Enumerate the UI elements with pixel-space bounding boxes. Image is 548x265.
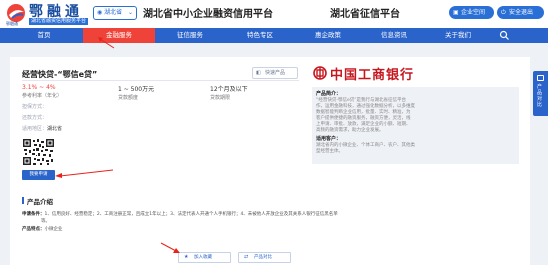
conditions-continuation: 等。	[41, 219, 50, 224]
chevron-down-icon: ⌄	[127, 9, 133, 16]
nav-item-home[interactable]: 首页	[5, 28, 83, 43]
briefcase-icon: ▣	[453, 9, 459, 16]
add-favorite-label: 加入收藏	[194, 255, 212, 260]
term-value: 12个月及以下	[210, 86, 248, 93]
nav-item-about[interactable]: 关于我们	[427, 28, 489, 43]
product-tag-label: 快速产品	[265, 70, 286, 76]
power-icon: ⏻	[501, 9, 506, 16]
guarantee-label: 担保方式：	[22, 104, 48, 110]
repayment-label: 还款方式：	[22, 115, 48, 121]
logo-small-text: 鄂融通	[6, 21, 18, 26]
section-title: 产品介绍	[27, 198, 53, 206]
term-stat: 12个月及以下 贷款期限	[210, 84, 248, 101]
compare-icon: ⇄	[244, 254, 249, 260]
intro-heading: 产品简介：	[316, 91, 342, 97]
main-nav: 首页 金融服务 征信服务 特色专区 惠企政策 信息资讯 关于我们	[0, 28, 548, 43]
tag-icon: ◧	[256, 70, 261, 76]
enterprise-space-label: 企业空间	[461, 9, 486, 16]
region-label: 湖北省	[104, 9, 123, 16]
apply-button[interactable]: 我要申请	[22, 170, 55, 180]
nav-item-policy[interactable]: 惠企政策	[295, 28, 361, 43]
nav-item-news[interactable]: 信息资讯	[361, 28, 427, 43]
conditions-text: 1、信用良好、经营稳定；2、工商注册正常，且成立1年以上；3、法定代表人开通个人…	[44, 212, 338, 217]
region-row-value: 湖北省	[47, 126, 63, 132]
features-value: 小微企业	[44, 227, 63, 232]
annotation-arrow	[55, 169, 114, 178]
enterprise-space-button[interactable]: ▣ 企业空间	[449, 6, 494, 19]
qr-code-icon	[22, 138, 55, 166]
nav-item-featured[interactable]: 特色专区	[225, 28, 295, 43]
divider	[22, 80, 299, 81]
compare-button[interactable]: ⇄ 产品对比	[238, 252, 291, 263]
compare-float-button[interactable]: 产品对比	[533, 71, 548, 116]
rate-label: 参考利率（年化）	[22, 93, 63, 99]
customer-line: 型经营主体。	[316, 149, 343, 154]
icbc-logo-icon	[313, 66, 327, 80]
features-label: 产品特点：	[22, 227, 45, 232]
region-row: 适用地区：湖北省	[22, 125, 62, 132]
add-favorite-button[interactable]: ★ 加入收藏	[178, 252, 231, 263]
amount-value: 1 ~ 500万元	[118, 86, 155, 93]
annotation-arrow	[98, 37, 115, 49]
compare-float-label: 产品对比	[537, 84, 543, 108]
credit-platform-link[interactable]: 湖北省征信平台	[330, 5, 400, 20]
product-title: 经营快贷-“鄂信e贷”	[22, 70, 98, 79]
bank-name: 中国工商银行	[330, 68, 415, 83]
rate-stat: 3.1% ~ 4% 参考利率（年化）	[22, 84, 62, 99]
amount-label: 贷款额度	[118, 95, 139, 101]
section-marker	[22, 197, 24, 204]
compare-label: 产品对比	[254, 255, 272, 260]
annotation-arrow	[160, 242, 180, 253]
conditions-row: 申请条件：1、信用良好、经营稳定；2、工商注册正常，且成立1年以上；3、法定代表…	[22, 211, 338, 217]
platform-name: 湖北省中小企业融资信用平台	[143, 9, 273, 20]
features-row: 产品特点：小微企业	[22, 226, 63, 232]
customer-heading: 适用客户：	[316, 136, 342, 142]
logout-button[interactable]: ⏻ 安全退出	[497, 6, 544, 19]
intro-line: 高频的融资需求，助力企业发展。	[316, 128, 384, 133]
conditions-label: 申请条件：	[22, 212, 45, 217]
amount-stat: 1 ~ 500万元 贷款额度	[118, 84, 154, 101]
nav-item-credit[interactable]: 征信服务	[155, 28, 225, 43]
logo-subtitle: 湖北省融资信用服务平台	[29, 18, 89, 25]
search-icon[interactable]	[499, 30, 510, 41]
logo-icon	[7, 4, 25, 22]
term-label: 贷款期限	[210, 95, 231, 101]
site-header: 鄂融通 湖北省融资信用服务平台 鄂融通 ◉ 湖北省 ⌄ 湖北省中小企业融资信用平…	[0, 0, 548, 28]
region-selector[interactable]: ◉ 湖北省 ⌄	[93, 6, 137, 20]
star-icon: ★	[184, 254, 189, 260]
region-row-label: 适用地区：	[22, 126, 48, 132]
rate-value: 3.1% ~ 4%	[22, 84, 56, 91]
compare-float-icon	[537, 75, 544, 81]
product-tag: ◧ 快速产品	[252, 67, 298, 79]
logout-label: 安全退出	[509, 9, 534, 16]
